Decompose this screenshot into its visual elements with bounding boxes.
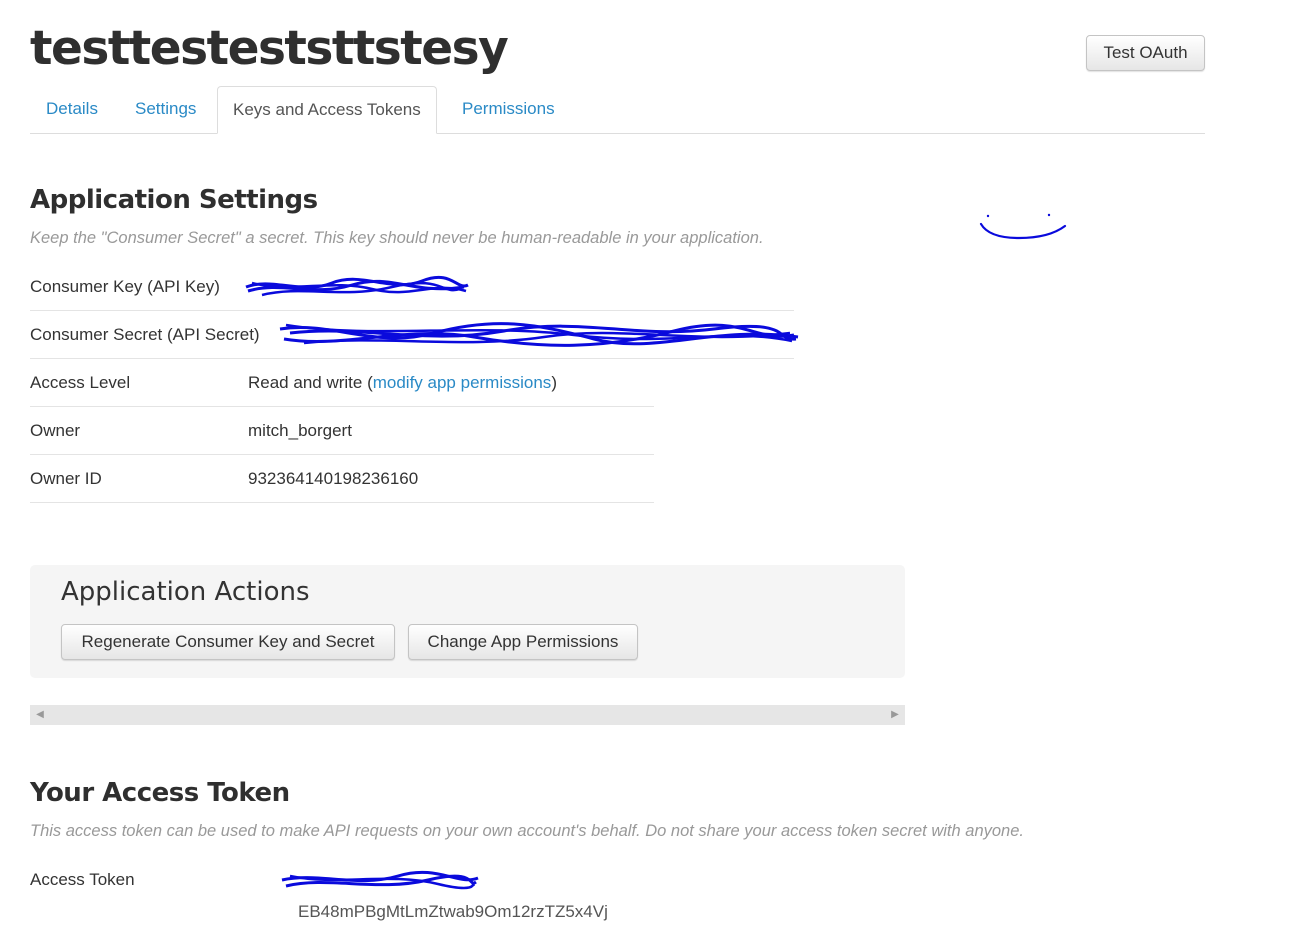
access-token-note: This access token can be used to make AP… [30,822,1024,840]
application-actions-heading: Application Actions [61,577,310,607]
test-oauth-button[interactable]: Test OAuth [1086,35,1205,71]
tab-settings[interactable]: Settings [135,86,196,132]
access-token-label: Access Token [30,870,135,889]
tab-details[interactable]: Details [46,86,98,132]
tab-permissions[interactable]: Permissions [462,86,555,132]
horizontal-scrollbar[interactable]: ◀ ▶ [30,705,905,725]
tab-keys-and-access-tokens[interactable]: Keys and Access Tokens [217,86,437,134]
application-actions-panel: Application Actions Regenerate Consumer … [30,565,905,678]
access-level-row: Access Level Read and write (modify app … [30,359,654,407]
owner-row: Owner mitch_borgert [30,407,654,455]
access-token-value-continued: EB48mPBgMtLmZtwab9Om12rzTZ5x4Vj [298,902,608,921]
consumer-secret-label: Consumer Secret (API Secret) [30,325,260,344]
access-token-heading: Your Access Token [30,778,290,808]
regenerate-consumer-key-button[interactable]: Regenerate Consumer Key and Secret [61,624,395,660]
owner-id-label: Owner ID [30,469,102,488]
application-settings-heading: Application Settings [30,185,318,215]
scroll-left-icon[interactable]: ◀ [30,705,50,725]
change-app-permissions-button[interactable]: Change App Permissions [408,624,638,660]
scroll-right-icon[interactable]: ▶ [885,705,905,725]
access-level-value: Read and write (modify app permissions) [248,359,557,406]
application-settings-note: Keep the "Consumer Secret" a secret. Thi… [30,229,764,247]
modify-app-permissions-link[interactable]: modify app permissions [373,373,552,392]
access-level-suffix: ) [551,373,557,392]
owner-value: mitch_borgert [248,421,352,440]
consumer-secret-redaction [279,322,799,347]
app-title: testtesteststtstesy [30,21,509,76]
access-level-prefix: Read and write ( [248,373,373,392]
consumer-key-redaction [245,275,469,297]
access-token-row: Access Token EB48mPBgMtLmZtwab9Om12rzTZ5… [30,856,794,921]
consumer-key-label: Consumer Key (API Key) [30,277,220,296]
owner-id-row: Owner ID 932364140198236160 [30,455,654,503]
tab-bar: Details Settings Keys and Access Tokens … [30,86,1205,134]
owner-label: Owner [30,421,81,440]
consumer-secret-row: Consumer Secret (API Secret) [30,311,799,359]
smiley-doodle [979,213,1067,240]
owner-id-value: 932364140198236160 [248,469,419,488]
consumer-key-row: Consumer Key (API Key) [30,263,794,311]
access-level-label: Access Level [30,373,131,392]
